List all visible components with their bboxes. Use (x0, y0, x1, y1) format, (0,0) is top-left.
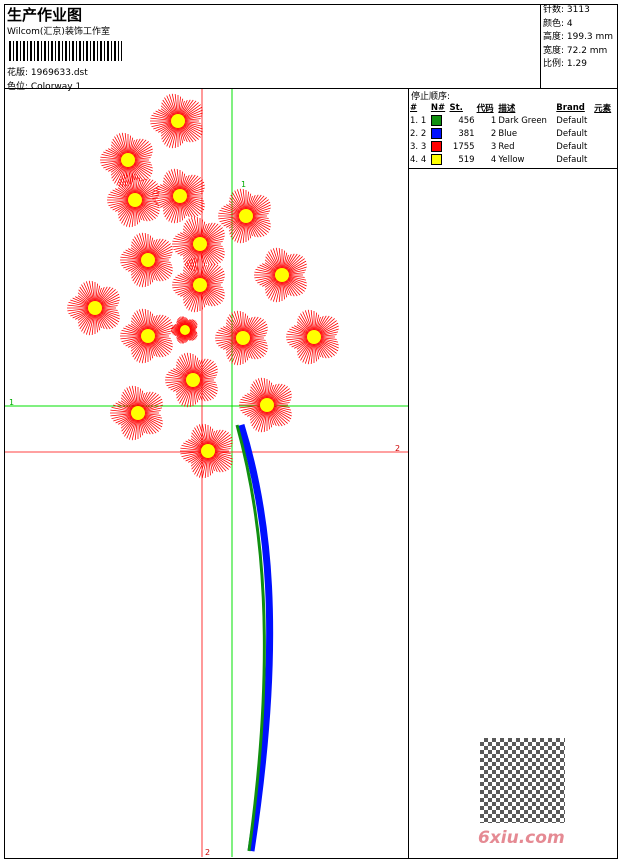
flower (100, 132, 153, 188)
idx: 2. (410, 128, 419, 139)
needle: 3 (420, 141, 427, 152)
column-header: 描述 (498, 103, 516, 114)
code: 1 (490, 115, 497, 126)
column-header: # (410, 102, 418, 113)
divider (409, 168, 617, 169)
flower (218, 188, 271, 244)
guide-label: 2 (205, 848, 210, 857)
header: 生产作业图 Wilcom(汇京)装饰工作室 花版: 1969633.dst 色位… (4, 4, 540, 92)
table-row: 2. 2 381 2 Blue Default (409, 127, 615, 140)
description: Red (498, 141, 515, 152)
flower (239, 377, 292, 433)
flower (172, 216, 225, 272)
idx: 4. (410, 154, 419, 165)
brand: Default (556, 115, 588, 126)
column-header: 代码 (476, 103, 494, 114)
flower (254, 247, 307, 303)
guide-label: 1 (9, 398, 14, 407)
needle: 1 (420, 115, 427, 126)
row-index: 1. 1 (409, 114, 430, 127)
row-index: 2. 2 (409, 127, 430, 140)
row-index: 4. 4 (409, 153, 430, 166)
guide-label: 2 (395, 444, 400, 453)
watermark: 6xiu.com (478, 828, 565, 848)
flower (180, 423, 233, 479)
company-name: Wilcom(汇京)装饰工作室 (7, 27, 110, 37)
brand: Default (556, 154, 588, 165)
stitch-count: 针数: 3113 (543, 5, 590, 15)
swatch-cell (430, 127, 449, 140)
stitches: 1755 (452, 141, 475, 152)
design-file: 花版: 1969633.dst (7, 68, 88, 78)
color-swatch (430, 128, 442, 139)
flower (110, 385, 163, 441)
column-header: St. (449, 102, 463, 113)
design-height: 高度: 199.3 mm (543, 32, 614, 42)
stop-sequence-label: 停止顺序: (411, 92, 451, 102)
flower (171, 316, 198, 344)
needle: 4 (420, 154, 427, 165)
color-table: # N# St. 代码 描述 Brand 元素 1. 1 456 1 Dark Green … (409, 101, 615, 166)
guide-label: 1 (241, 180, 246, 189)
column-header: 元素 (594, 103, 612, 114)
stop-sequence-panel: 停止顺序: # N# St. 代码 描述 Brand 元素 1. 1 456 1 Dark … (409, 89, 617, 166)
table-row: 4. 4 519 4 Yellow Default (409, 153, 615, 166)
element (593, 127, 615, 140)
swatch-cell (430, 114, 449, 127)
code: 3 (490, 141, 497, 152)
divider (408, 88, 409, 858)
element (593, 114, 615, 127)
color-swatch (430, 141, 442, 152)
needle: 2 (420, 128, 427, 139)
flower (152, 168, 205, 224)
stitches: 456 (458, 115, 475, 126)
qr-code (480, 738, 565, 823)
row-index: 3. 3 (409, 140, 430, 153)
column-header: N# (430, 102, 446, 113)
barcode (9, 41, 122, 61)
flower (150, 93, 203, 149)
description: Yellow (498, 154, 525, 165)
stitches: 381 (458, 128, 475, 139)
color-count: 颜色: 4 (543, 18, 573, 29)
brand: Default (556, 128, 588, 139)
code: 2 (490, 128, 497, 139)
design-scale: 比例: 1.29 (543, 59, 587, 69)
color-swatch (430, 154, 442, 165)
color-swatch (430, 115, 442, 126)
flower (165, 352, 218, 408)
table-row: 3. 3 1755 3 Red Default (409, 140, 615, 153)
flower (215, 310, 268, 366)
stitches: 519 (458, 154, 475, 165)
description: Blue (498, 128, 518, 139)
flower (120, 308, 173, 364)
design-canvas: 1 1 2 2 (5, 89, 408, 857)
element (593, 140, 615, 153)
design-meta: 针数: 3113 颜色: 4 高度: 199.3 mm 宽度: 72.2 mm … (540, 4, 617, 88)
swatch-cell (430, 153, 449, 166)
idx: 3. (410, 141, 419, 152)
brand: Default (556, 141, 588, 152)
idx: 1. (410, 115, 419, 126)
flower (286, 309, 339, 365)
page-title: 生产作业图 (7, 6, 83, 24)
column-header: Brand (556, 102, 585, 113)
flower (172, 257, 225, 313)
design-width: 宽度: 72.2 mm (543, 45, 608, 56)
element (593, 153, 615, 166)
flower (67, 280, 120, 336)
swatch-cell (430, 140, 449, 153)
table-row: 1. 1 456 1 Dark Green Default (409, 114, 615, 127)
code: 4 (490, 154, 497, 165)
flower (107, 172, 160, 228)
description: Dark Green (498, 115, 547, 126)
flower (120, 232, 173, 288)
